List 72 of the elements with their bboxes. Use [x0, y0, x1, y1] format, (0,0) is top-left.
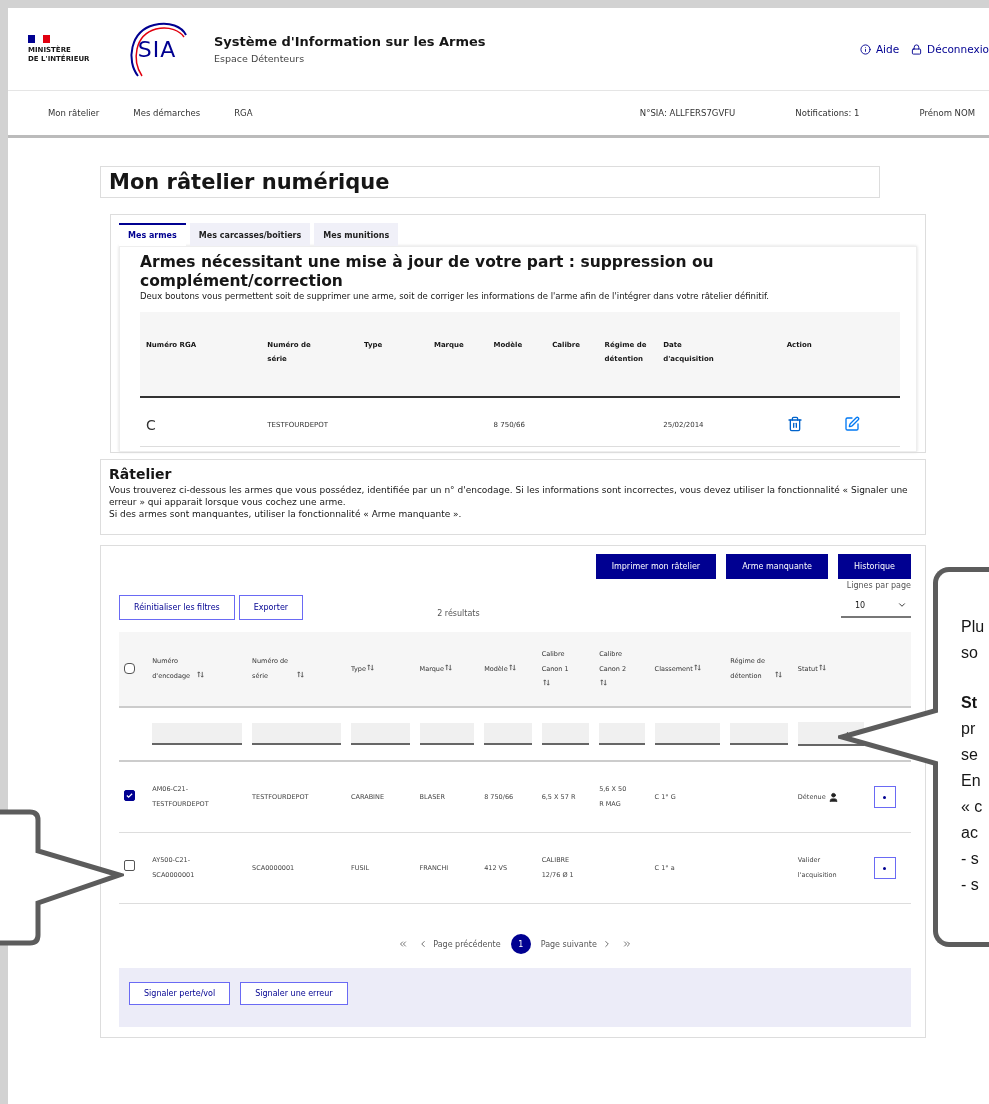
site-title: Système d'Information sur les Armes — [214, 34, 487, 49]
row-action-button[interactable] — [873, 857, 896, 879]
callout-text: ac — [961, 823, 978, 843]
page-number[interactable]: 1 — [510, 934, 531, 954]
callout-text: pr — [961, 719, 976, 739]
filter-field[interactable] — [419, 723, 475, 745]
sort-icon[interactable] — [444, 663, 452, 671]
rows-per-page-select[interactable]: 10 — [841, 594, 911, 618]
previous-page-link[interactable]: Page précédente — [418, 939, 501, 949]
nav-link[interactable]: RGA — [234, 108, 253, 118]
report-button[interactable]: Signaler perte/vol — [129, 982, 231, 1005]
table-cell: C — [140, 397, 262, 447]
nav-link[interactable]: Mon râtelier — [48, 108, 100, 118]
filter-field[interactable] — [730, 723, 788, 745]
filter-field[interactable] — [350, 723, 410, 745]
edit-icon[interactable] — [844, 416, 861, 432]
result-count: 2 résultats — [437, 609, 481, 618]
callout-text: En — [961, 771, 981, 791]
sort-icon[interactable] — [366, 663, 374, 671]
site-subtitle: Espace Détenteurs — [214, 53, 306, 64]
callout-text: se — [961, 745, 978, 765]
lock-icon — [911, 43, 923, 55]
page-title: Mon râtelier numérique — [100, 166, 880, 198]
nav-info: Prénom NOM — [919, 108, 975, 118]
section-text: Si des armes sont manquantes, utiliser la fonctionnalité « Arme manquante ». — [109, 508, 463, 520]
section-title: Râtelier — [109, 466, 173, 482]
sort-icon[interactable] — [693, 663, 701, 671]
nav-info: N°SIA: ALLFERS7GVFU — [639, 108, 736, 118]
sort-icon[interactable] — [197, 671, 205, 678]
filter-field[interactable] — [252, 723, 341, 745]
tab[interactable]: Mes carcasses/boîtiers — [189, 223, 311, 246]
nav-info: Notifications: 1 — [795, 108, 860, 118]
callout-text: « c — [961, 797, 983, 817]
callout-text: St — [961, 693, 977, 713]
nav-link[interactable]: Mes démarches — [133, 108, 201, 118]
sort-icon[interactable] — [818, 663, 826, 671]
section-text: Vous trouverez ci-dessous les armes que vous possédez, identifiée par un n° d'encodage. Si les informations sont incorrectes, vous devez utiliser la fonctionnalité « Signaler une erreur » qui apparait lorsque vous cochez une arme. — [109, 484, 909, 508]
rows-per-page-label: Lignes par page — [846, 581, 911, 590]
report-button[interactable]: Signaler une erreur — [240, 982, 348, 1005]
sort-icon[interactable] — [600, 678, 608, 686]
flag-icon — [28, 34, 50, 43]
section-title: Armes nécessitant une mise à jour de votre part : suppression ou complément/correction — [140, 253, 715, 291]
checkbox[interactable] — [124, 789, 135, 801]
action-button[interactable]: Arme manquante — [726, 554, 828, 579]
filter-field[interactable] — [599, 723, 645, 745]
filter-field[interactable] — [484, 723, 532, 745]
action-button[interactable]: Historique — [837, 554, 911, 579]
section-text: Deux boutons vous permettent soit de supprimer une arme, soit de corriger les informations de l'arme afin de l'intégrer dans votre râtelier définitif. — [140, 291, 771, 302]
filter-field[interactable] — [654, 723, 721, 745]
delete-icon[interactable] — [786, 416, 803, 432]
toolbar-button[interactable]: Réinitialiser les filtres — [119, 595, 235, 620]
callout-text: - s — [961, 849, 979, 869]
callout-text: Plu — [961, 617, 985, 637]
logo-text: SIA — [137, 36, 177, 62]
info-icon — [859, 43, 871, 55]
sort-icon[interactable] — [297, 671, 305, 678]
sort-icon[interactable] — [542, 678, 550, 686]
filter-field[interactable] — [152, 723, 243, 745]
checkbox[interactable] — [124, 662, 135, 674]
toolbar-button[interactable]: Exporter — [238, 595, 304, 620]
sort-icon[interactable] — [775, 671, 783, 678]
filter-field[interactable] — [541, 723, 590, 745]
header-link[interactable]: Aide — [859, 43, 900, 55]
action-button[interactable]: Imprimer mon râtelier — [595, 554, 717, 579]
checkbox[interactable] — [124, 859, 135, 871]
callout-text: - s — [961, 875, 979, 895]
sort-icon[interactable] — [508, 663, 516, 671]
callout-text: so — [961, 643, 978, 663]
header-link[interactable]: Déconnexio — [911, 43, 989, 55]
next-page-link[interactable]: Page suivante — [540, 939, 612, 949]
row-action-button[interactable] — [873, 786, 896, 808]
tab[interactable]: Mes munitions — [314, 223, 399, 246]
